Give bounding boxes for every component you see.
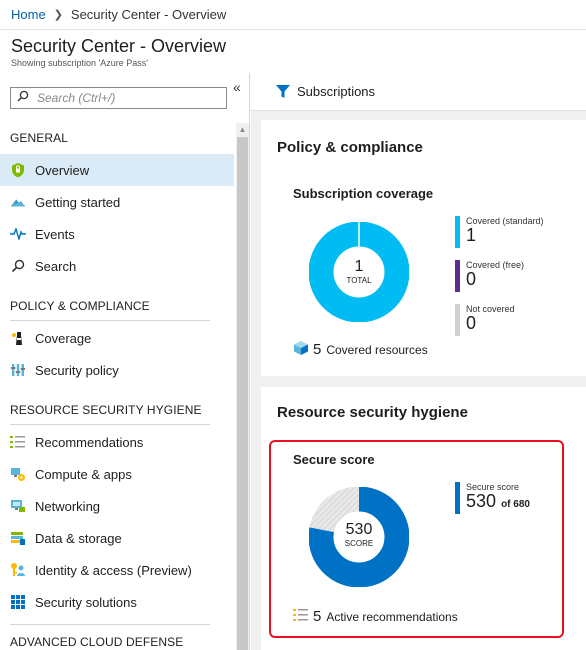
sidebar-item-label: Events xyxy=(35,226,75,242)
sidebar-item-getting-started[interactable]: Getting started xyxy=(0,186,234,218)
sidebar-item-search[interactable]: Search xyxy=(0,250,234,282)
section-policy-compliance: POLICY & COMPLIANCE xyxy=(10,299,150,313)
breadcrumb: Home ❯ Security Center - Overview xyxy=(0,0,586,30)
legend-covered-free: Covered (free) 0 xyxy=(455,260,524,292)
subscriptions-button[interactable]: Subscriptions xyxy=(251,73,586,111)
scroll-up-arrow-icon[interactable]: ▲ xyxy=(236,123,249,137)
card-title: Policy & compliance xyxy=(277,139,423,156)
sidebar: « ▲ GENERAL Overview Getting started Eve… xyxy=(0,73,250,650)
card-title: Resource security hygiene xyxy=(277,404,468,421)
pulse-icon xyxy=(10,226,26,242)
sidebar-item-security-policy[interactable]: Security policy xyxy=(0,354,234,386)
search-icon xyxy=(10,258,26,274)
search-icon xyxy=(17,89,29,107)
sidebar-item-label: Networking xyxy=(35,498,101,514)
section-divider xyxy=(10,320,210,321)
sidebar-item-label: Recommendations xyxy=(35,434,144,450)
sidebar-item-events[interactable]: Events xyxy=(0,218,234,250)
page-header: Security Center - Overview Showing subsc… xyxy=(0,30,586,72)
legend-swatch xyxy=(455,216,460,248)
checklist-icon xyxy=(10,434,26,450)
database-icon xyxy=(10,530,26,546)
coverage-total-label: TOTAL xyxy=(346,276,372,285)
sidebar-item-label: Identity & access (Preview) xyxy=(35,562,192,578)
collapse-sidebar-button[interactable]: « xyxy=(233,79,241,95)
page-subtitle: Showing subscription 'Azure Pass' xyxy=(11,58,149,68)
key-user-icon xyxy=(10,562,26,578)
section-general: GENERAL xyxy=(10,131,69,145)
sidebar-scrollbar[interactable]: ▲ xyxy=(236,123,249,650)
legend-swatch xyxy=(455,260,460,292)
network-icon xyxy=(10,498,26,514)
policy-compliance-card[interactable]: Policy & compliance Subscription coverag… xyxy=(261,120,586,376)
sidebar-item-label: Search xyxy=(35,258,77,274)
legend-not-covered: Not covered 0 xyxy=(455,304,515,336)
grid-apps-icon xyxy=(10,594,26,610)
subscription-coverage-title: Subscription coverage xyxy=(293,186,434,201)
filter-icon xyxy=(276,84,290,99)
section-divider xyxy=(10,624,210,625)
cube-icon xyxy=(293,340,309,359)
legend-value: 1 xyxy=(466,225,477,245)
sidebar-item-label: Compute & apps xyxy=(35,466,132,482)
scrollbar-thumb[interactable] xyxy=(237,137,248,650)
cloud-icon xyxy=(10,194,26,210)
lighthouse-icon xyxy=(10,330,26,346)
search-box[interactable] xyxy=(10,87,227,109)
section-divider xyxy=(10,424,210,425)
breadcrumb-home-link[interactable]: Home xyxy=(11,7,46,22)
sidebar-item-security-solutions[interactable]: Security solutions xyxy=(0,586,234,618)
sidebar-item-label: Getting started xyxy=(35,194,121,210)
sidebar-item-identity-access[interactable]: Identity & access (Preview) xyxy=(0,554,234,586)
compute-icon xyxy=(10,466,26,482)
sidebar-item-label: Overview xyxy=(35,162,90,178)
search-input[interactable] xyxy=(37,91,217,105)
covered-resources-link[interactable]: 5 Covered resources xyxy=(293,340,428,359)
sidebar-item-coverage[interactable]: Coverage xyxy=(0,322,234,354)
coverage-donut-center: 1 TOTAL xyxy=(339,258,379,285)
breadcrumb-current: Security Center - Overview xyxy=(70,7,227,22)
sidebar-item-networking[interactable]: Networking xyxy=(0,490,234,522)
section-advanced-cloud-defense: ADVANCED CLOUD DEFENSE xyxy=(10,635,184,649)
covered-resources-label: Covered resources xyxy=(326,342,428,357)
legend-swatch xyxy=(455,304,460,336)
legend-label: Covered (standard) xyxy=(466,216,544,226)
section-resource-security-hygiene: RESOURCE SECURITY HYGIENE xyxy=(10,403,202,417)
sidebar-item-label: Coverage xyxy=(35,330,92,346)
legend-covered-standard: Covered (standard) 1 xyxy=(455,216,544,248)
sidebar-item-label: Security solutions xyxy=(35,594,137,610)
legend-value: 0 xyxy=(466,313,477,333)
covered-resources-count: 5 xyxy=(313,341,322,358)
shield-icon xyxy=(10,162,26,178)
policy-bars-icon xyxy=(10,362,26,378)
coverage-total-value: 1 xyxy=(354,258,364,275)
subscriptions-label: Subscriptions xyxy=(297,84,376,99)
chevron-right-icon: ❯ xyxy=(53,9,63,21)
page-title: Security Center - Overview xyxy=(11,36,227,56)
sidebar-item-label: Data & storage xyxy=(35,530,122,546)
sidebar-item-data-storage[interactable]: Data & storage xyxy=(0,522,234,554)
sidebar-item-compute-apps[interactable]: Compute & apps xyxy=(0,458,234,490)
sidebar-item-label: Security policy xyxy=(35,362,119,378)
sidebar-item-overview[interactable]: Overview xyxy=(0,154,234,186)
sidebar-item-recommendations[interactable]: Recommendations xyxy=(0,426,234,458)
legend-value: 0 xyxy=(466,269,477,289)
highlight-annotation xyxy=(269,440,564,638)
